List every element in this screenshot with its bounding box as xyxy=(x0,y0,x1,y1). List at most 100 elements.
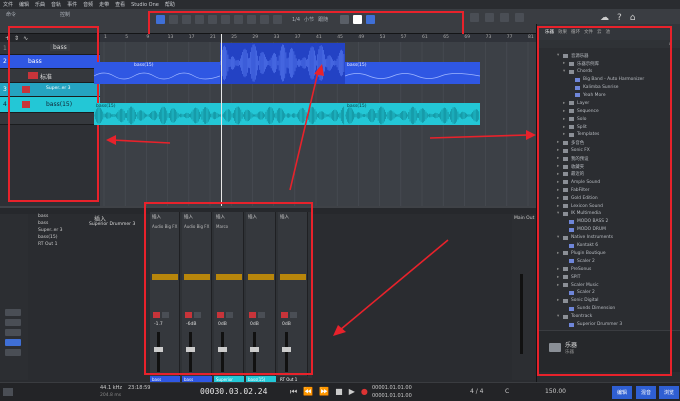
rewind-icon[interactable]: ⏮ xyxy=(290,387,297,397)
browse-button[interactable]: 浏览 xyxy=(659,386,679,399)
buffer-size: 204.8 ms xyxy=(100,393,122,398)
toolbar-label-commands: 命令 xyxy=(6,12,17,18)
loop-icon[interactable] xyxy=(485,13,494,22)
track-number: 3 xyxy=(3,86,7,93)
ruler-mark: 69 xyxy=(464,35,471,40)
ruler-mark: 37 xyxy=(294,35,301,40)
ruler-mark: 57 xyxy=(400,35,407,40)
transport-bar: 44.1 kHz 204.8 ms 23:18:59 00030.03.02.2… xyxy=(0,382,680,401)
stop-icon[interactable]: ■ xyxy=(335,387,343,397)
highlight-mixer xyxy=(144,202,313,375)
ruler-mark: 1 xyxy=(104,35,107,40)
ruler-mark: 61 xyxy=(422,35,428,40)
mixer-icon[interactable] xyxy=(500,13,509,22)
console-list-item[interactable]: RT Out 1 xyxy=(38,242,57,247)
console-tool-button[interactable] xyxy=(5,319,21,326)
audio-clip[interactable] xyxy=(220,43,345,84)
ruler-mark: 81 xyxy=(528,35,534,40)
back-icon[interactable]: ⏪ xyxy=(303,387,313,397)
audio-clip[interactable]: bass(15) xyxy=(345,103,480,125)
audio-clip[interactable]: bass(15) xyxy=(94,103,345,125)
home-icon[interactable]: ⌂ xyxy=(630,13,636,23)
ruler-mark: 17 xyxy=(188,35,195,40)
mix-button[interactable]: 混音 xyxy=(636,386,656,399)
console-tools xyxy=(0,214,28,380)
main-fader-track[interactable] xyxy=(520,274,523,354)
ruler-mark: 33 xyxy=(273,35,280,40)
layout-icon[interactable] xyxy=(515,13,524,22)
track-number: 1 xyxy=(3,45,7,52)
track-number: 2 xyxy=(3,58,7,65)
ruler-mark: 13 xyxy=(167,35,174,40)
edit-button[interactable]: 编辑 xyxy=(612,386,632,399)
menu-item[interactable]: 帮助 xyxy=(165,1,175,8)
position-readout[interactable]: 00030.03.02.24 xyxy=(200,387,267,396)
menu-item[interactable]: 乐曲 xyxy=(35,1,45,8)
console-tool-button[interactable] xyxy=(5,339,21,346)
track-number: 4 xyxy=(3,101,7,108)
waveform xyxy=(220,44,345,82)
left-locator[interactable]: 00001.01.01.00 xyxy=(372,385,412,391)
window-controls: ☁ ? ⌂ xyxy=(600,13,636,23)
menu-item[interactable]: 文件 xyxy=(3,1,13,8)
ruler-mark: 49 xyxy=(358,35,365,40)
highlight-track-list xyxy=(8,26,99,202)
ruler-mark: 41 xyxy=(316,35,322,40)
ruler-mark: 53 xyxy=(379,35,386,40)
transport-buttons: ⏮ ⏪ ⏩ ■ ▶ ● xyxy=(290,387,368,397)
menu-bar: 文件 编辑 乐曲 音轨 事件 音频 走带 查看 Studio One 帮助 xyxy=(0,0,680,9)
ruler-mark: 9 xyxy=(146,35,150,40)
ruler-mark: 77 xyxy=(506,35,513,40)
ruler-mark: 5 xyxy=(125,35,129,40)
time-signature[interactable]: 4 / 4 xyxy=(470,388,483,395)
sample-rate: 44.1 kHz xyxy=(100,385,123,391)
highlight-browser xyxy=(537,26,672,376)
instrument-panel: 插入 Superior Drummer 3 xyxy=(84,214,144,234)
audio-clip[interactable]: bass(15) xyxy=(345,62,480,84)
ruler-mark: 25 xyxy=(231,35,237,40)
audio-clip[interactable]: bass(15) xyxy=(94,62,220,84)
play-icon[interactable]: ▶ xyxy=(349,387,355,397)
console-tool-button[interactable] xyxy=(5,309,21,316)
console-tool-button[interactable] xyxy=(5,329,21,336)
waveform xyxy=(94,72,220,80)
menu-item[interactable]: 走带 xyxy=(99,1,109,8)
key[interactable]: C xyxy=(505,388,509,395)
record-icon[interactable]: ● xyxy=(361,387,368,397)
cloud-icon[interactable]: ☁ xyxy=(600,13,609,23)
main-out-label: Main Out xyxy=(514,216,535,221)
waveform xyxy=(345,106,480,125)
metronome-icon[interactable] xyxy=(3,388,13,396)
forward-icon[interactable]: ⏩ xyxy=(319,387,329,397)
menu-item[interactable]: 音轨 xyxy=(51,1,61,8)
ruler-mark: 29 xyxy=(252,35,259,40)
menu-item[interactable]: Studio One xyxy=(131,2,159,8)
console-list-item[interactable]: Super..er 3 xyxy=(38,228,63,233)
toolbar-label-control: 控制 xyxy=(60,12,71,18)
ruler-mark: 73 xyxy=(485,35,492,40)
record-time: 23:18:59 xyxy=(128,385,151,391)
timeline-ruler[interactable]: 1 5 9 13 17 21 25 29 33 37 41 45 49 53 57 61 65 69 73 77 81 xyxy=(100,34,536,42)
instrument-entry[interactable]: Superior Drummer 3 xyxy=(89,222,135,227)
console-tool-buttons xyxy=(5,309,21,369)
right-locator[interactable]: 00001.01.01.00 xyxy=(372,393,412,399)
console-list-item[interactable]: bass xyxy=(38,221,48,226)
help-icon[interactable]: ? xyxy=(617,13,622,23)
console-channel-list: bass bass Super..er 3 bass(15) RT Out 1 xyxy=(28,214,84,264)
ruler-mark: 65 xyxy=(443,35,449,40)
right-tool-buttons xyxy=(470,13,524,22)
ruler-mark: 45 xyxy=(337,35,343,40)
gear-icon[interactable] xyxy=(470,13,479,22)
console-list-item[interactable]: bass(15) xyxy=(38,235,58,240)
ruler-mark: 21 xyxy=(210,35,216,40)
menu-item[interactable]: 音频 xyxy=(83,1,93,8)
console-tool-button[interactable] xyxy=(5,349,21,356)
menu-item[interactable]: 事件 xyxy=(67,1,77,8)
menu-item[interactable]: 查看 xyxy=(115,1,125,8)
menu-item[interactable]: 编辑 xyxy=(19,1,29,8)
tempo[interactable]: 150.00 xyxy=(545,388,566,395)
waveform xyxy=(345,73,480,79)
main-out-strip: Main Out xyxy=(512,214,536,380)
playhead[interactable] xyxy=(221,34,222,206)
console-list-item[interactable]: bass xyxy=(38,214,48,219)
